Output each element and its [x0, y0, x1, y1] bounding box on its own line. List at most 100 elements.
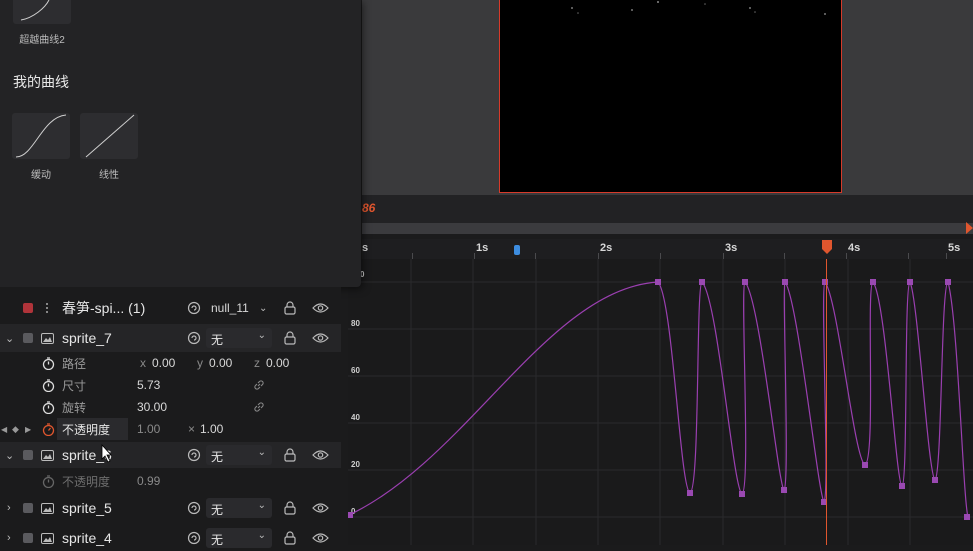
curve-preset-overshoot-2[interactable] — [13, 0, 71, 24]
time-ruler[interactable]: s 1s 2s 3s 4s 5s — [362, 239, 973, 259]
scrubber-track[interactable] — [362, 223, 973, 234]
ruler-label-3s: 3s — [725, 242, 738, 254]
parent-layer-value[interactable]: null_11 — [211, 301, 249, 315]
lock-icon[interactable] — [284, 331, 296, 345]
prev-keyframe-icon[interactable]: ◀ — [1, 425, 7, 434]
layer-name[interactable]: sprite_4 — [62, 530, 112, 546]
position-y-value[interactable]: 0.00 — [209, 356, 232, 370]
eye-icon[interactable] — [312, 532, 329, 544]
parent-select-value: 无 — [211, 533, 224, 547]
keyframe[interactable] — [964, 514, 970, 520]
layer-name[interactable]: sprite_5 — [62, 500, 112, 516]
layer-color-tag[interactable] — [23, 333, 33, 343]
current-time-readout: 86 — [362, 201, 376, 215]
size-value[interactable]: 5.73 — [137, 378, 160, 392]
keyframe[interactable] — [862, 462, 868, 468]
curve-graph-editor[interactable]: 0 80 60 40 20 0 — [348, 259, 973, 545]
eye-icon[interactable] — [312, 449, 329, 461]
chevron-down-icon: ⌄ — [257, 330, 266, 341]
parent-link-icon[interactable] — [187, 531, 201, 545]
opacity-value[interactable]: 0.99 — [137, 474, 160, 488]
multiplier-sign: × — [188, 422, 196, 436]
keyframe[interactable] — [899, 483, 905, 489]
keyframes[interactable] — [348, 279, 970, 520]
eye-icon[interactable] — [312, 302, 329, 314]
property-row-rotation: 旋转 30.00 — [0, 396, 341, 418]
link-icon[interactable] — [253, 379, 265, 391]
keyframe[interactable] — [870, 279, 876, 285]
eye-icon[interactable] — [312, 502, 329, 514]
curve-preset-linear[interactable] — [80, 113, 138, 159]
parent-select-value: 无 — [211, 333, 224, 347]
keyframe[interactable] — [739, 491, 745, 497]
chevron-right-icon[interactable]: › — [7, 532, 11, 544]
image-layer-icon — [41, 449, 54, 461]
keyframe[interactable] — [742, 279, 748, 285]
curve-preset-ease[interactable] — [12, 113, 70, 159]
chevron-right-icon[interactable]: › — [7, 502, 11, 514]
y-axis-label: 20 — [351, 460, 360, 469]
scrubber-end-marker[interactable] — [966, 222, 973, 234]
lock-icon[interactable] — [284, 301, 296, 315]
stopwatch-icon[interactable] — [42, 474, 55, 488]
lock-icon[interactable] — [284, 531, 296, 545]
parent-link-icon[interactable] — [187, 448, 201, 462]
layer-row[interactable]: ⌄ sprite_6 无 ⌄ — [0, 442, 341, 468]
layer-row[interactable]: › sprite_4 无 ⌄ — [0, 525, 341, 551]
marker-pin-icon[interactable] — [514, 245, 520, 255]
keyframe[interactable] — [655, 279, 661, 285]
playhead-handle-icon[interactable] — [822, 240, 832, 254]
chevron-down-icon[interactable]: ⌄ — [5, 449, 14, 462]
layer-row[interactable]: › sprite_5 无 ⌄ — [0, 495, 341, 521]
property-label: 不透明度 — [62, 474, 111, 489]
opacity-curve[interactable] — [348, 281, 969, 518]
lock-icon[interactable] — [284, 501, 296, 515]
keyframe[interactable] — [781, 487, 787, 493]
link-icon[interactable] — [253, 401, 265, 413]
parent-select[interactable]: 无 ⌄ — [206, 498, 272, 518]
stopwatch-active-icon[interactable] — [42, 422, 55, 436]
eye-icon[interactable] — [312, 332, 329, 344]
parent-select[interactable]: 无 ⌄ — [206, 528, 272, 548]
chevron-down-icon[interactable]: ⌄ — [5, 332, 14, 345]
keyframe[interactable] — [699, 279, 705, 285]
layer-color-tag[interactable] — [23, 503, 33, 513]
lock-icon[interactable] — [284, 448, 296, 462]
next-keyframe-icon[interactable]: ▶ — [25, 425, 31, 434]
parent-link-icon[interactable] — [187, 331, 201, 345]
stopwatch-icon[interactable] — [42, 356, 55, 370]
layer-row[interactable]: 春笋-spi... (1) null_11 ⌄ — [0, 295, 341, 321]
opacity-value[interactable]: 1.00 — [137, 422, 160, 436]
parent-select[interactable]: 无 ⌄ — [206, 328, 272, 348]
keyframe[interactable] — [945, 279, 951, 285]
keyframe[interactable] — [782, 279, 788, 285]
opacity-multiplier-value[interactable]: 1.00 — [200, 422, 223, 436]
position-z-value[interactable]: 0.00 — [266, 356, 289, 370]
property-label: 不透明度 — [62, 422, 111, 437]
chevron-down-icon[interactable]: ⌄ — [259, 303, 267, 314]
layer-name[interactable]: sprite_7 — [62, 330, 112, 346]
parent-link-icon[interactable] — [187, 501, 201, 515]
keyframe[interactable] — [932, 477, 938, 483]
position-x-value[interactable]: 0.00 — [152, 356, 175, 370]
keyframe[interactable] — [348, 512, 353, 518]
add-keyframe-icon[interactable]: ◆ — [12, 424, 19, 435]
layer-row-selected[interactable]: ⌄ sprite_7 无 ⌄ — [0, 324, 341, 352]
keyframe[interactable] — [907, 279, 913, 285]
keyframe[interactable] — [822, 279, 828, 285]
stopwatch-icon[interactable] — [42, 378, 55, 392]
curve-preset-label: 超越曲线2 — [19, 35, 65, 46]
layer-color-tag[interactable] — [23, 533, 33, 543]
keyframe[interactable] — [687, 490, 693, 496]
ruler-label-0s: s — [362, 242, 369, 254]
parent-select[interactable]: 无 ⌄ — [206, 445, 272, 465]
parent-link-icon[interactable] — [187, 301, 201, 315]
my-curves-title: 我的曲线 — [13, 74, 69, 90]
stopwatch-icon[interactable] — [42, 400, 55, 414]
layer-color-tag[interactable] — [23, 450, 33, 460]
layer-color-tag[interactable] — [23, 303, 33, 313]
property-row-opacity: ◀ ◆ ▶ 不透明度 1.00 × 1.00 — [0, 418, 341, 440]
layer-name[interactable]: 春笋-spi... (1) — [62, 298, 145, 318]
preview-canvas[interactable] — [499, 0, 842, 193]
rotation-value[interactable]: 30.00 — [137, 400, 167, 414]
